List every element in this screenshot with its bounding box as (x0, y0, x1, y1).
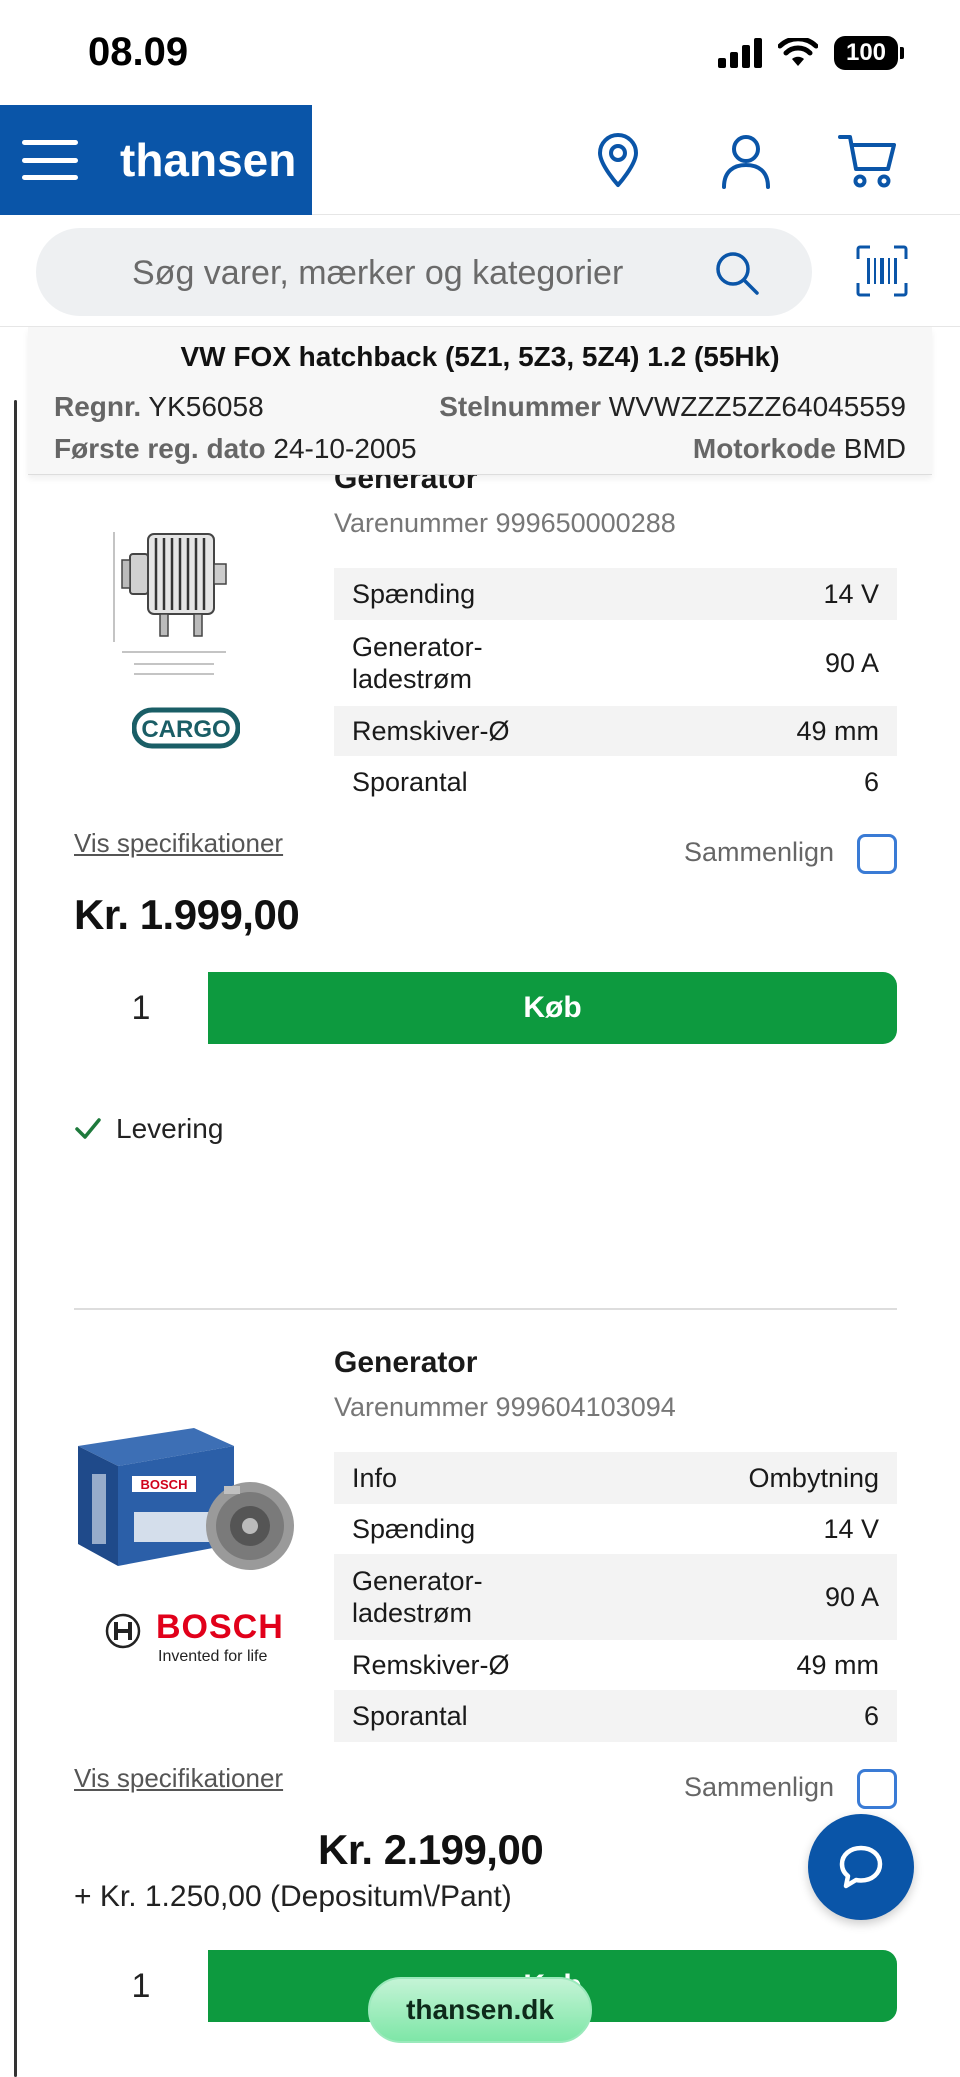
spec-value: 90 A (824, 647, 879, 678)
regnr-row: Regnr. YK56058 (54, 391, 264, 423)
brand-block: thansen (0, 105, 312, 215)
spec-value: 14 V (823, 578, 879, 609)
delivery-status: Levering (74, 1113, 223, 1145)
bosch-brand-logo: BOSCH Invented for life (104, 1608, 283, 1668)
box-brand-text: BOSCH (141, 1477, 188, 1492)
product-price: Kr. 1.999,00 (74, 891, 300, 938)
stelnummer-value: WVWZZZ5ZZ64045559 (608, 391, 906, 422)
spec-key: Generator- ladestrøm (352, 632, 483, 694)
spec-row: Sporantal 6 (334, 756, 897, 808)
hamburger-menu-icon[interactable] (22, 140, 78, 180)
status-time: 08.09 (88, 30, 189, 74)
battery-indicator: 100 (834, 36, 904, 70)
cargo-brand-logo: CARGO (132, 707, 240, 749)
spec-value: 49 mm (796, 1649, 879, 1680)
first-reg-value: 24-10-2005 (273, 433, 417, 464)
regnr-label: Regnr. (54, 391, 142, 422)
spec-key: Spænding (352, 1514, 476, 1544)
spec-key: Remskiver-Ø (352, 1650, 510, 1680)
motorkode-row: Motorkode BMD (693, 433, 906, 465)
motorkode-label: Motorkode (692, 433, 836, 464)
spec-value: 90 A (824, 1581, 879, 1612)
vehicle-title: VW FOX hatchback (5Z1, 5Z3, 5Z4) 1.2 (55… (180, 341, 780, 372)
status-icons: 100 (718, 36, 904, 70)
search-row: Søg varer, mærker og kategorier (0, 215, 960, 327)
motorkode-value: BMD (843, 433, 906, 464)
buy-button[interactable]: Køb (208, 972, 897, 1044)
product-divider (74, 1308, 897, 1310)
status-bar: 08.09 100 (0, 0, 960, 105)
deposit-text: + Kr. 1.250,00 (Depositum\/Pant) (74, 1880, 512, 1913)
account-icon[interactable] (716, 131, 776, 191)
site-logo[interactable]: thansen (120, 133, 296, 187)
first-reg-label: Første reg. dato (54, 433, 266, 464)
bosch-tagline: Invented for life (158, 1648, 268, 1665)
product-varenummer: Varenummer 999650000288 (334, 508, 676, 538)
bosch-wordmark: BOSCH (156, 1608, 284, 1646)
checkmark-icon (75, 1118, 101, 1139)
wifi-icon (778, 38, 818, 66)
spec-key: Generator- ladestrøm (352, 1566, 483, 1628)
generator-drawing-image[interactable] (104, 512, 244, 682)
compare-checkbox[interactable] (857, 834, 897, 874)
search-input[interactable]: Søg varer, mærker og kategorier (36, 228, 812, 316)
view-specs-link[interactable]: Vis specifikationer (74, 828, 283, 859)
spec-key: Remskiver-Ø (352, 716, 510, 746)
quantity-input[interactable]: 1 (74, 972, 208, 1044)
search-placeholder: Søg varer, mærker og kategorier (132, 254, 624, 292)
sheet-edge (14, 400, 17, 2077)
product-price: Kr. 2.199,00 (318, 1826, 544, 1873)
vehicle-info-card[interactable]: VW FOX hatchback (5Z1, 5Z3, 5Z4) 1.2 (55… (28, 327, 932, 475)
spec-row: Spænding 14 V (334, 1504, 897, 1554)
regnr-value: YK56058 (148, 391, 264, 422)
chat-bubble-icon (839, 1845, 883, 1889)
compare-label: Sammenlign (684, 1772, 835, 1802)
cargo-logo-text: CARGO (141, 716, 230, 743)
stelnummer-label: Stelnummer (439, 391, 602, 422)
spec-key: Spænding (352, 579, 476, 609)
compare-label: Sammenlign (684, 837, 835, 867)
spec-row: Generator- ladestrøm 90 A (334, 620, 897, 706)
quantity-input[interactable]: 1 (74, 1950, 208, 2022)
spec-table: Info Ombytning Spænding 14 V Generator- … (334, 1452, 897, 1742)
spec-value: 6 (863, 766, 879, 797)
product-varenummer: Varenummer 999604103094 (334, 1392, 676, 1422)
spec-value: 49 mm (796, 715, 879, 746)
spec-row: Spænding 14 V (334, 568, 897, 620)
spec-value: Ombytning (748, 1462, 879, 1493)
delivery-label: Levering (116, 1113, 224, 1144)
first-reg-row: Første reg. dato 24-10-2005 (54, 433, 417, 465)
stelnummer-row: Stelnummer WVWZZZ5ZZ64045559 (439, 391, 906, 423)
spec-row: Info Ombytning (334, 1452, 897, 1504)
bosch-generator-product-image[interactable]: BOSCH (74, 1416, 300, 1576)
chat-button[interactable] (808, 1814, 914, 1920)
spec-value: 6 (863, 1700, 879, 1731)
compare-checkbox[interactable] (857, 1769, 897, 1809)
barcode-scanner-icon[interactable] (856, 245, 908, 297)
spec-table: Spænding 14 V Generator- ladestrøm 90 A … (334, 568, 897, 808)
spec-key: Sporantal (352, 767, 468, 797)
search-icon[interactable] (714, 250, 760, 296)
spec-row: Remskiver-Ø 49 mm (334, 706, 897, 756)
spec-key: Sporantal (352, 1701, 468, 1731)
product-title[interactable]: Generator (334, 1346, 477, 1380)
spec-row: Sporantal 6 (334, 1690, 897, 1742)
spec-row: Generator- ladestrøm 90 A (334, 1554, 897, 1640)
store-locator-icon[interactable] (588, 131, 648, 191)
bosch-armature-icon (105, 1613, 141, 1649)
signal-icon (718, 38, 762, 68)
spec-key: Info (352, 1463, 398, 1493)
cart-icon[interactable] (838, 131, 898, 191)
browser-url-pill[interactable]: thansen.dk (368, 1977, 592, 2043)
spec-value: 14 V (823, 1513, 879, 1544)
spec-row: Remskiver-Ø 49 mm (334, 1640, 897, 1690)
view-specs-link[interactable]: Vis specifikationer (74, 1763, 283, 1794)
site-header: thansen (0, 105, 960, 215)
